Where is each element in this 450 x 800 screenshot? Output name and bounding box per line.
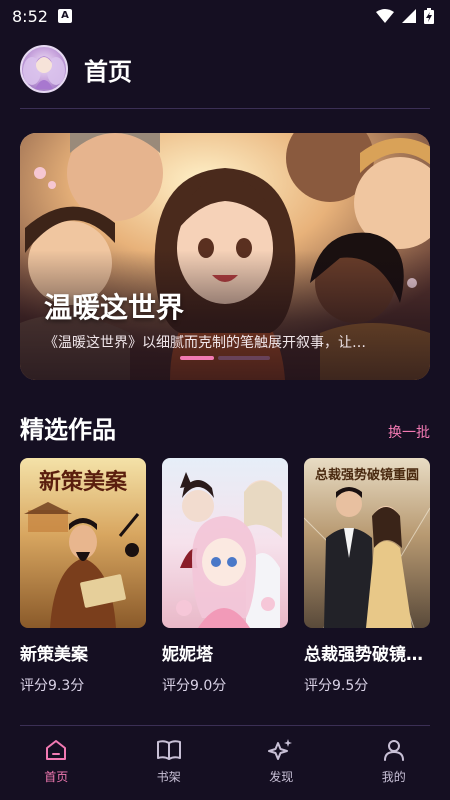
pager-dot-active	[180, 356, 214, 360]
pager-track	[218, 356, 270, 360]
work-score: 评分9.0分	[162, 678, 227, 694]
home-icon	[46, 740, 67, 760]
notification-app-icon: A	[57, 9, 72, 23]
wifi-icon	[376, 9, 394, 23]
work-cover[interactable]: 新策美案	[20, 458, 146, 628]
work-title: 妮妮塔	[162, 645, 213, 665]
work-title: 新策美案	[20, 645, 88, 665]
refresh-button[interactable]: 换一批	[388, 422, 430, 442]
avatar[interactable]	[20, 45, 68, 93]
section-title: 精选作品	[20, 416, 116, 444]
nav-mine[interactable]: 我的	[338, 726, 450, 800]
banner-title: 温暖这世界	[44, 291, 185, 324]
nav-discover[interactable]: 发现	[225, 726, 338, 800]
sparkle-icon	[268, 739, 293, 760]
status-time: 8:52	[12, 6, 48, 26]
nav-home-label: 首页	[44, 770, 69, 784]
battery-icon	[424, 8, 434, 24]
book-icon	[156, 740, 181, 760]
work-cover[interactable]	[162, 458, 288, 628]
nav-bookshelf-label: 书架	[156, 770, 181, 784]
works-list: 新策美案 新策美案 评分9.3分 妮妮塔 评分9.0分 总裁强势破镜重圆 总裁强…	[20, 458, 430, 695]
banner-description: 《温暖这世界》以细腻而克制的笔触展开叙事，让…	[44, 335, 366, 351]
user-icon	[383, 740, 404, 761]
nav-home[interactable]: 首页	[0, 726, 113, 800]
nav-bookshelf[interactable]: 书架	[113, 726, 226, 800]
work-card[interactable]: 妮妮塔 评分9.0分	[162, 458, 288, 695]
bottom-nav: 首页 书架 发现 我的	[0, 726, 450, 800]
work-cover[interactable]: 总裁强势破镜重圆	[304, 458, 430, 628]
header-divider	[20, 108, 430, 109]
work-title: 总裁强势破镜…	[304, 645, 423, 665]
featured-banner[interactable]: 温暖这世界 《温暖这世界》以细腻而克制的笔触展开叙事，让…	[20, 133, 430, 380]
work-card[interactable]: 新策美案 新策美案 评分9.3分	[20, 458, 146, 695]
cover-text: 总裁强势破镜重圆	[314, 468, 419, 483]
page-title: 首页	[84, 57, 132, 86]
nav-mine-label: 我的	[381, 770, 406, 784]
cover-text: 新策美案	[38, 470, 127, 495]
work-score: 评分9.3分	[20, 678, 85, 694]
cellular-signal-icon	[402, 9, 416, 23]
work-card[interactable]: 总裁强势破镜重圆 总裁强势破镜… 评分9.5分	[304, 458, 430, 695]
status-bar: 8:52 A	[0, 0, 450, 32]
work-score: 评分9.5分	[304, 678, 369, 694]
page-header: 首页	[20, 44, 132, 94]
banner-pager	[180, 356, 270, 360]
nav-discover-label: 发现	[269, 770, 294, 784]
